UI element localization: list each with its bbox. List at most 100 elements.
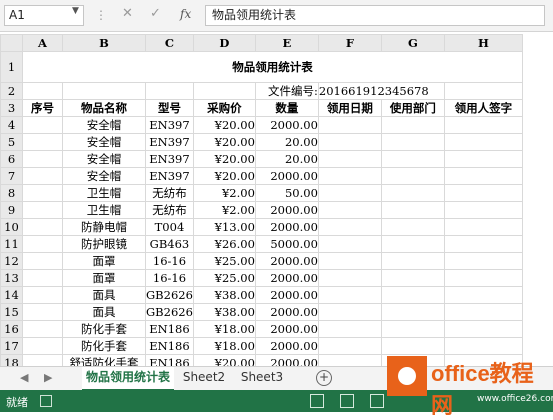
- header-cell[interactable]: 使用部门: [380, 98, 445, 117]
- cell-model[interactable]: 无纺布: [145, 183, 194, 202]
- cell-seq[interactable]: [22, 200, 63, 219]
- row-header[interactable]: 4: [0, 115, 23, 134]
- cell-model[interactable]: 无纺布: [145, 200, 194, 219]
- cell-quantity[interactable]: 2000.00: [254, 268, 319, 287]
- cell-quantity[interactable]: 50.00: [254, 183, 319, 202]
- cell-seq[interactable]: [22, 115, 63, 134]
- row-header[interactable]: 14: [0, 285, 23, 304]
- cell[interactable]: [443, 81, 523, 100]
- cell-department[interactable]: [380, 149, 445, 168]
- cell-seq[interactable]: [22, 217, 63, 236]
- cell-price[interactable]: ¥2.00: [192, 200, 256, 219]
- cell-department[interactable]: [380, 319, 445, 338]
- cell-model[interactable]: EN397: [145, 115, 194, 134]
- column-header-a[interactable]: A: [22, 34, 63, 52]
- cell-model[interactable]: GB2626: [145, 302, 194, 321]
- cell-date[interactable]: [317, 217, 382, 236]
- cell-quantity[interactable]: 2000.00: [254, 251, 319, 270]
- select-all-corner[interactable]: [0, 34, 23, 52]
- cell-seq[interactable]: [22, 251, 63, 270]
- header-cell[interactable]: 领用日期: [317, 98, 382, 117]
- cell-model[interactable]: EN186: [145, 336, 194, 355]
- cell-signature[interactable]: [443, 319, 523, 338]
- cell-seq[interactable]: [22, 285, 63, 304]
- cell-seq[interactable]: [22, 234, 63, 253]
- cell-price[interactable]: ¥13.00: [192, 217, 256, 236]
- formula-input[interactable]: 物品领用统计表: [205, 5, 545, 26]
- cell-date[interactable]: [317, 285, 382, 304]
- cell-model[interactable]: EN397: [145, 149, 194, 168]
- cell-item-name[interactable]: 面罩: [62, 251, 146, 270]
- row-header[interactable]: 15: [0, 302, 23, 321]
- tab-sheet1[interactable]: 物品领用统计表: [82, 367, 174, 391]
- cell-price[interactable]: ¥2.00: [192, 183, 256, 202]
- column-header-d[interactable]: D: [192, 34, 256, 52]
- cell-seq[interactable]: [22, 183, 63, 202]
- cell[interactable]: [192, 81, 256, 100]
- cell-date[interactable]: [317, 251, 382, 270]
- normal-view-icon[interactable]: [310, 394, 324, 408]
- cell-model[interactable]: 16-16: [145, 268, 194, 287]
- chevron-down-icon[interactable]: ▼: [72, 6, 79, 16]
- cell-date[interactable]: [317, 149, 382, 168]
- insert-function-button[interactable]: fx: [180, 7, 191, 21]
- row-header[interactable]: 9: [0, 200, 23, 219]
- cell-model[interactable]: EN186: [145, 319, 194, 338]
- cell-signature[interactable]: [443, 149, 523, 168]
- cell-price[interactable]: ¥20.00: [192, 132, 256, 151]
- cell-model[interactable]: GB2626: [145, 285, 194, 304]
- cell-model[interactable]: 16-16: [145, 251, 194, 270]
- scroll-right-icon[interactable]: ▶: [44, 371, 52, 384]
- cell-date[interactable]: [317, 132, 382, 151]
- cell-quantity[interactable]: 2000.00: [254, 319, 319, 338]
- cell-department[interactable]: [380, 251, 445, 270]
- cell-item-name[interactable]: 面具: [62, 302, 146, 321]
- cell-department[interactable]: [380, 183, 445, 202]
- cell-department[interactable]: [380, 200, 445, 219]
- cell-quantity[interactable]: 2000.00: [254, 302, 319, 321]
- column-header-f[interactable]: F: [317, 34, 382, 52]
- cell-quantity[interactable]: 5000.00: [254, 234, 319, 253]
- row-header[interactable]: 3: [0, 98, 23, 117]
- cell-quantity[interactable]: 2000.00: [254, 115, 319, 134]
- cell-signature[interactable]: [443, 115, 523, 134]
- cell-price[interactable]: ¥25.00: [192, 268, 256, 287]
- cell-signature[interactable]: [443, 132, 523, 151]
- cell-price[interactable]: ¥20.00: [192, 115, 256, 134]
- cell-signature[interactable]: [443, 285, 523, 304]
- cell-date[interactable]: [317, 268, 382, 287]
- row-header[interactable]: 8: [0, 183, 23, 202]
- cell-price[interactable]: ¥26.00: [192, 234, 256, 253]
- cell-signature[interactable]: [443, 217, 523, 236]
- cell[interactable]: [62, 81, 146, 100]
- macro-record-icon[interactable]: [40, 395, 52, 407]
- cell-item-name[interactable]: 防护眼镜: [62, 234, 146, 253]
- cell-seq[interactable]: [22, 149, 63, 168]
- header-cell[interactable]: 序号: [22, 98, 63, 117]
- cell-price[interactable]: ¥20.00: [192, 149, 256, 168]
- row-header[interactable]: 12: [0, 251, 23, 270]
- cell-quantity[interactable]: 2000.00: [254, 336, 319, 355]
- cell-date[interactable]: [317, 166, 382, 185]
- cell-quantity[interactable]: 2000.00: [254, 166, 319, 185]
- enter-check-icon[interactable]: ✓: [150, 6, 161, 21]
- cell-date[interactable]: [317, 115, 382, 134]
- cell-price[interactable]: ¥18.00: [192, 319, 256, 338]
- cell-department[interactable]: [380, 166, 445, 185]
- cell-date[interactable]: [317, 336, 382, 355]
- row-header[interactable]: 10: [0, 217, 23, 236]
- header-cell[interactable]: 物品名称: [62, 98, 146, 117]
- cell-item-name[interactable]: 防化手套: [62, 336, 146, 355]
- cell-item-name[interactable]: 安全帽: [62, 149, 146, 168]
- cell-price[interactable]: ¥38.00: [192, 285, 256, 304]
- cell-signature[interactable]: [443, 234, 523, 253]
- cell-department[interactable]: [380, 234, 445, 253]
- cell-model[interactable]: EN397: [145, 132, 194, 151]
- cell-signature[interactable]: [443, 183, 523, 202]
- header-cell[interactable]: 数量: [254, 98, 319, 117]
- cell-seq[interactable]: [22, 336, 63, 355]
- cell-date[interactable]: [317, 200, 382, 219]
- add-sheet-button[interactable]: +: [316, 370, 332, 386]
- cell-item-name[interactable]: 安全帽: [62, 132, 146, 151]
- cell-item-name[interactable]: 防静电帽: [62, 217, 146, 236]
